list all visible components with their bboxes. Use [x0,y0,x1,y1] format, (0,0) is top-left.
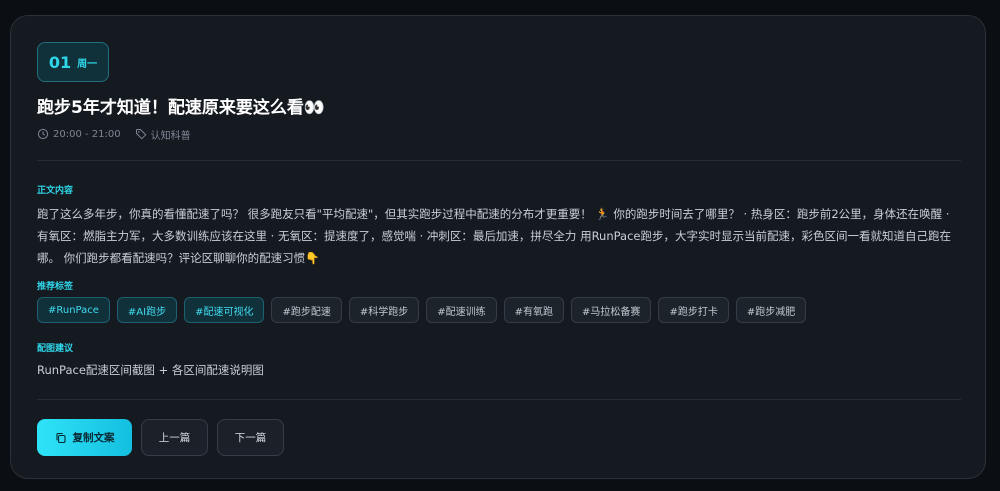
tags-section-label: 推荐标签 [37,282,74,292]
image-suggestion: RunPace配速区间截图 + 各区间配速说明图 [37,363,264,377]
copy-button-label: 复制文案 [72,432,115,444]
tag-item[interactable]: #马拉松备赛 [571,297,652,323]
post-category: 认知科普 [150,130,191,142]
copy-button[interactable]: 复制文案 [37,419,132,456]
tag-list: #RunPace #AI跑步 #配速可视化 #跑步配速 #科学跑步 #配速训练 … [37,297,807,323]
tag-item[interactable]: #配速可视化 [184,297,265,323]
tag-item[interactable]: #跑步配速 [271,297,342,323]
post-time: 20:00 - 21:00 [53,128,121,140]
body-section-label: 正文内容 [37,186,74,196]
tag-icon [135,128,147,140]
day-badge: 01 周一 [37,42,109,82]
divider [37,160,961,161]
tag-item[interactable]: #RunPace [37,297,110,323]
tag-item[interactable]: #跑步减肥 [735,297,807,323]
divider [37,399,961,400]
tag-item[interactable]: #跑步打卡 [658,297,729,323]
tag-item[interactable]: #AI跑步 [116,297,178,323]
clock-icon [37,128,49,140]
prev-button[interactable]: 上一篇 [141,419,208,456]
image-section-label: 配图建议 [37,344,74,354]
post-title: 跑步5年才知道！配速原来要这么看👀 [37,98,325,118]
tag-item[interactable]: #配速训练 [426,297,497,323]
post-meta: 20:00 - 21:00 认知科普 [37,127,191,142]
post-body: 跑了这么多年步，你真的看懂配速了吗？ 很多跑友只看"平均配速"，但其实跑步过程中… [37,207,951,265]
tag-item[interactable]: #科学跑步 [348,297,420,323]
day-name: 周一 [77,58,98,70]
post-card: 01 周一 跑步5年才知道！配速原来要这么看👀 20:00 - 21:00 认知… [10,15,986,479]
day-number: 01 [48,52,72,72]
copy-icon [55,432,67,444]
next-button[interactable]: 下一篇 [217,419,284,456]
tag-item[interactable]: #有氧跑 [503,297,565,323]
